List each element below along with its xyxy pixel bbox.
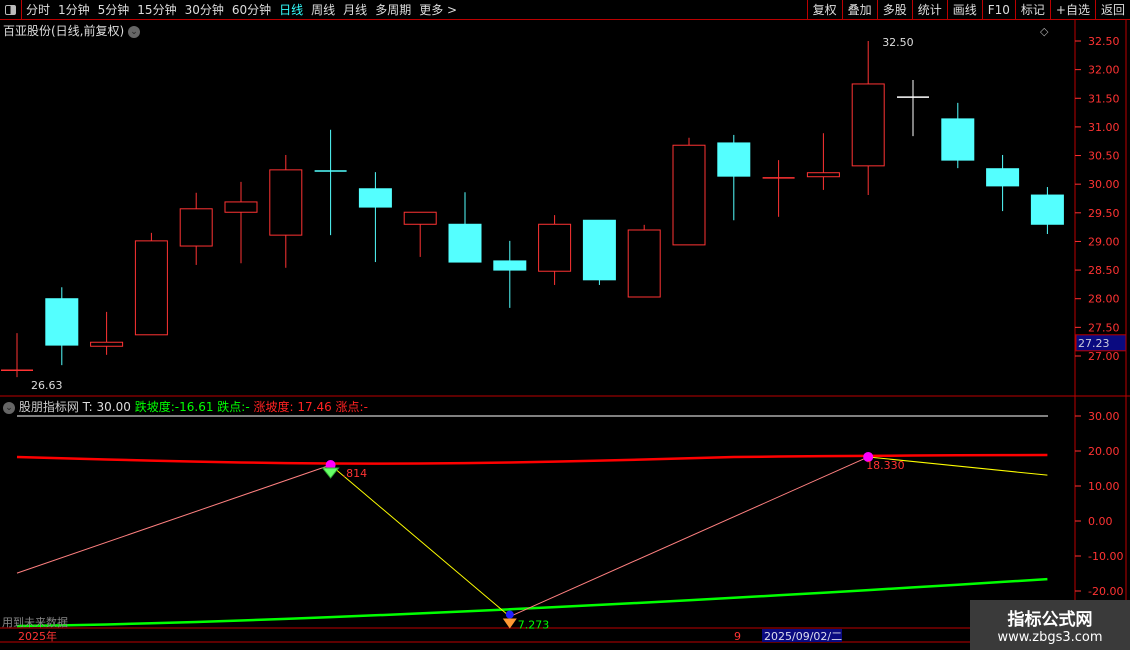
indicator-name: 股朋指标网 — [18, 400, 79, 414]
indicator-title: ⌄ 股朋指标网 T: 30.00 跌坡度:-16.61 跌点:- 涨坡度: 17… — [3, 398, 368, 415]
zigzag-segment — [330, 464, 511, 617]
price-tick-label: 27.00 — [1088, 350, 1120, 363]
ind-tick-label: 20.00 — [1088, 445, 1120, 458]
candle-body — [90, 341, 124, 347]
candle-body — [717, 142, 751, 177]
ind-tick-label: 10.00 — [1088, 480, 1120, 493]
indicator-t: T: 30.00 — [82, 400, 131, 414]
peak-label: 18.330 — [866, 459, 905, 472]
candle-body — [1030, 194, 1064, 225]
price-tick-label: 31.50 — [1088, 92, 1120, 105]
candle-body — [134, 240, 168, 336]
trough-label: 7.273 — [518, 619, 550, 632]
month-label: 9 — [734, 630, 741, 643]
candle-body — [45, 298, 79, 346]
price-tick-label: 30.50 — [1088, 150, 1120, 163]
diamond-icon: ◇ — [1040, 25, 1049, 38]
price-tick-label: 29.50 — [1088, 207, 1120, 220]
price-tick-label: 32.50 — [1088, 35, 1120, 48]
future-data-note: 用到未来数据 — [2, 616, 68, 629]
candle-body — [806, 172, 840, 178]
candle-body — [986, 168, 1020, 187]
price-tick-label: 31.00 — [1088, 121, 1120, 134]
candle-body — [851, 83, 885, 167]
price-tick-label: 32.00 — [1088, 64, 1120, 77]
diamond-sell-icon — [502, 618, 517, 629]
chevron-down-icon[interactable]: ⌄ — [3, 401, 15, 414]
candle-body — [448, 223, 482, 263]
trough-marker — [505, 610, 514, 619]
watermark-url: www.zbgs3.com — [997, 630, 1103, 645]
candle-body — [224, 201, 258, 213]
down-point: 跌点:- — [217, 400, 250, 414]
peak-label: .814 — [343, 467, 368, 480]
low-annotation: 26.63 — [31, 379, 63, 392]
candle-body — [358, 188, 392, 208]
ind-tick-label: 0.00 — [1088, 515, 1113, 528]
ind-tick-label: -20.00 — [1088, 585, 1123, 598]
year-label: 2025年 — [18, 629, 57, 643]
candle-body — [941, 118, 975, 161]
price-tick-label: 29.00 — [1088, 235, 1120, 248]
ind-tick-label: 30.00 — [1088, 410, 1120, 423]
price-tick-label: 30.00 — [1088, 178, 1120, 191]
current-price-label: 27.23 — [1078, 337, 1110, 350]
ind-tick-label: -10.00 — [1088, 550, 1123, 563]
candle-body — [538, 223, 572, 272]
candle-body — [627, 229, 661, 298]
candle-body — [582, 219, 616, 281]
candle-body — [179, 208, 213, 247]
watermark: 指标公式网 www.zbgs3.com — [970, 600, 1130, 650]
up-point: 涨点:- — [335, 400, 368, 414]
chart-canvas[interactable]: 32.50 32.00 31.50 31.00 30.50 30.00 29.50 29.00… — [0, 0, 1130, 650]
down-slope: 跌坡度:-16.61 — [134, 400, 214, 414]
price-tick-label: 28.00 — [1088, 293, 1120, 306]
up-slope: 涨坡度: 17.46 — [253, 400, 332, 414]
candle-body — [403, 211, 437, 225]
candle-body — [269, 169, 303, 236]
zigzag-segment — [16, 464, 331, 574]
price-tick-label: 28.50 — [1088, 264, 1120, 277]
price-tick-label: 27.50 — [1088, 321, 1120, 334]
candle-body — [493, 260, 527, 271]
high-annotation: 32.50 — [882, 36, 914, 49]
cursor-date: 2025/09/02/二 — [764, 630, 842, 643]
diamond-buy-icon — [321, 467, 340, 479]
watermark-name: 指标公式网 — [1007, 610, 1093, 630]
candle-body — [672, 144, 706, 246]
